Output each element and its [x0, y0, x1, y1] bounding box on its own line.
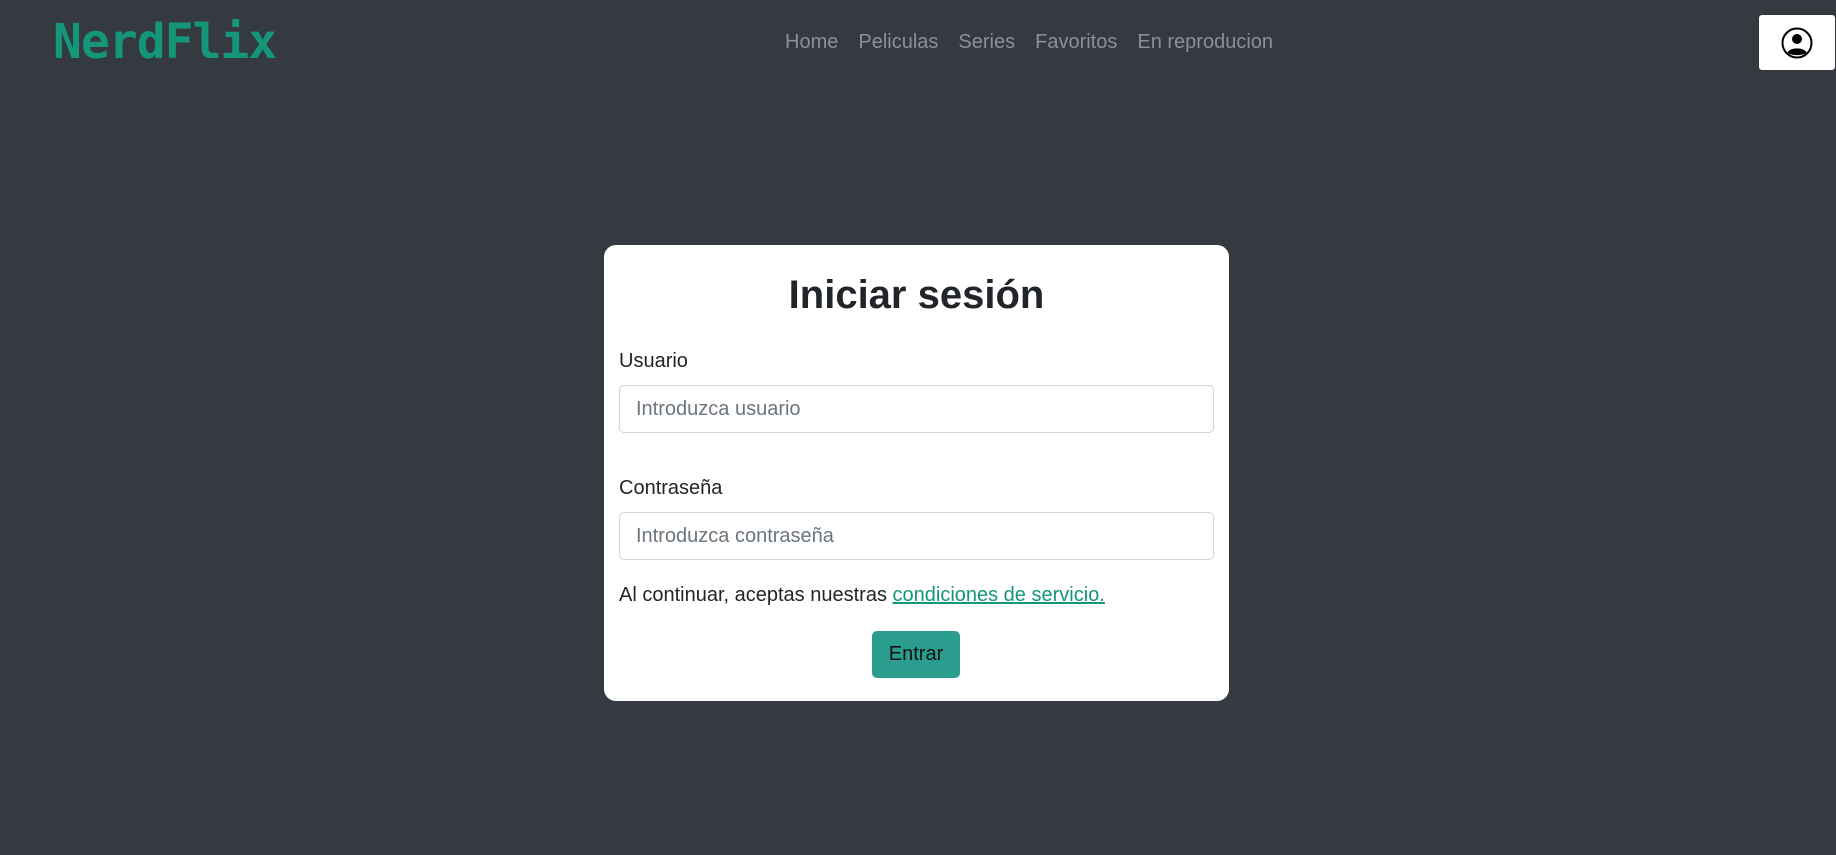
password-label: Contraseña — [619, 477, 723, 499]
page-title: Iniciar sesión — [788, 273, 1045, 317]
nav-link-en-reproducion[interactable]: En reproducion — [1127, 30, 1283, 54]
user-menu-button[interactable] — [1759, 15, 1835, 70]
username-label: Usuario — [619, 350, 688, 372]
user-circle-icon — [1781, 27, 1813, 58]
password-input[interactable] — [619, 512, 1214, 560]
nav-link-home[interactable]: Home — [775, 30, 848, 54]
brand-logo[interactable]: NerdFlix — [53, 14, 277, 70]
terms-text: Al continuar, aceptas nuestras condicion… — [619, 583, 1105, 607]
nav-link-series[interactable]: Series — [948, 30, 1025, 54]
login-card: Iniciar sesión Usuario Contraseña Al con… — [604, 245, 1229, 701]
terms-link[interactable]: condiciones de servicio. — [893, 584, 1105, 606]
nav-links: Home Peliculas Series Favoritos En repro… — [775, 30, 1283, 54]
terms-prefix: Al continuar, aceptas nuestras — [619, 584, 893, 606]
username-input[interactable] — [619, 385, 1214, 433]
navbar: NerdFlix Home Peliculas Series Favoritos… — [0, 0, 1836, 84]
submit-button[interactable]: Entrar — [872, 631, 960, 678]
nav-link-favoritos[interactable]: Favoritos — [1025, 30, 1127, 54]
nav-link-peliculas[interactable]: Peliculas — [848, 30, 948, 54]
